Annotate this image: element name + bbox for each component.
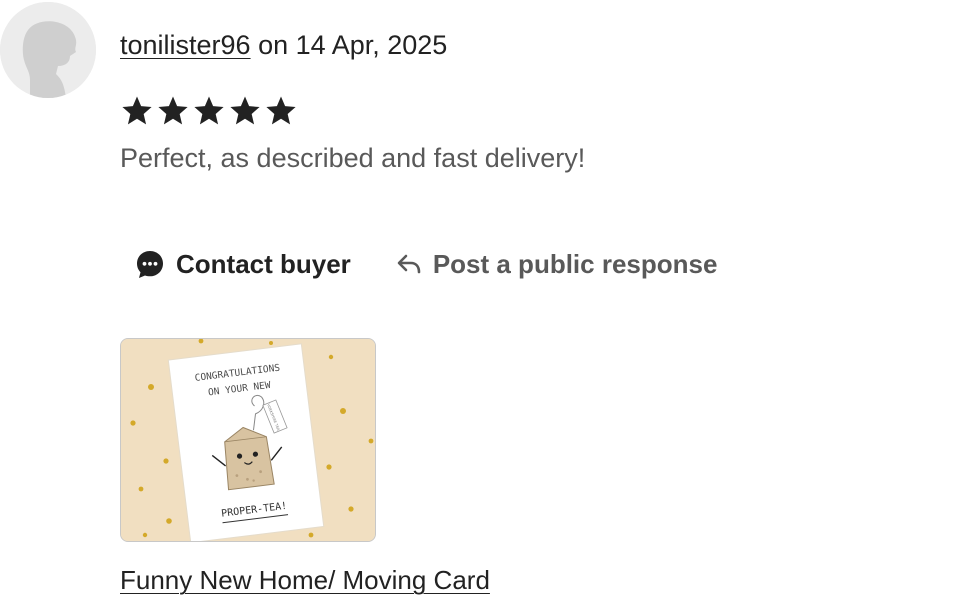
star-rating [120,94,298,132]
default-avatar-icon [0,2,96,98]
star-icon [158,96,188,125]
star-icon [194,96,224,125]
review-text: Perfect, as described and fast delivery! [120,143,586,173]
product-title-link[interactable]: Funny New Home/ Moving Card [120,563,490,597]
reply-arrow-icon [397,254,421,274]
star-icon [122,96,152,125]
review-meta: tonilister96 on 14 Apr, 2025 [120,28,447,62]
date-prefix: on [258,30,289,60]
star-icon [230,96,260,125]
contact-buyer-label: Contact buyer [176,248,351,279]
post-public-response-label: Post a public response [432,248,718,279]
chat-bubble-icon [137,251,163,278]
review-date: 14 Apr, 2025 [295,30,448,60]
product-image: CONGRATULATIONS ON YOUR NEW YORKSHIRE TE… [121,339,375,541]
product-thumbnail[interactable]: CONGRATULATIONS ON YOUR NEW YORKSHIRE TE… [120,338,376,542]
review-actions: Contact buyer Post a public response [120,240,731,288]
avatar[interactable] [0,2,96,98]
post-public-response-button[interactable]: Post a public response [377,240,732,288]
contact-buyer-button[interactable]: Contact buyer [120,240,365,288]
reviewer-username-link[interactable]: tonilister96 [120,30,251,60]
star-icon [266,96,296,125]
